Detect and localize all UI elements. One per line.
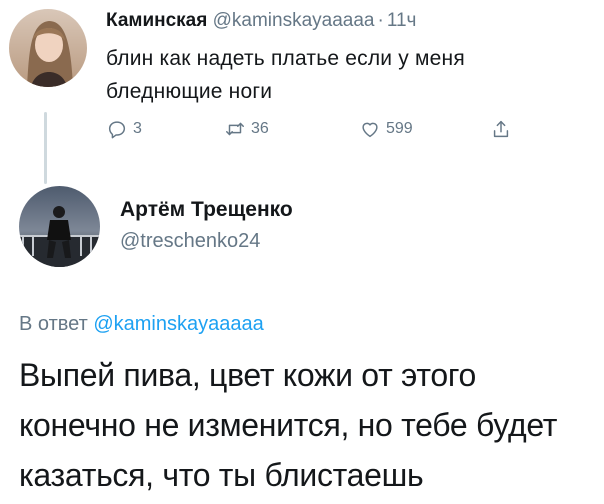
retweet-button[interactable]: 36 — [224, 118, 269, 140]
share-button[interactable] — [490, 118, 517, 140]
reply-count: 3 — [133, 120, 142, 137]
tweet-actions-bar: 3 36 599 — [106, 118, 526, 146]
share-icon — [493, 120, 509, 138]
retweet-icon — [226, 122, 244, 136]
reply-handle[interactable]: @treschenko24 — [120, 230, 260, 253]
like-count: 599 — [386, 120, 413, 137]
avatar-treschenko[interactable] — [19, 186, 100, 267]
parent-tweet-text: блин как надеть платье если у меня бледн… — [106, 47, 465, 103]
parent-timestamp[interactable]: 11ч — [387, 10, 417, 31]
thread-connector-line — [44, 112, 47, 184]
like-button[interactable]: 599 — [359, 118, 413, 140]
reply-tweet-text: Выпей пива, цвет кожи от этого конечно н… — [19, 357, 558, 493]
replying-to-handle-link[interactable]: @kaminskayaaaaa — [93, 313, 263, 335]
replying-to-prefix: В ответ — [19, 313, 88, 335]
reply-display-name[interactable]: Артём Трещенко — [120, 198, 293, 222]
parent-tweet-header: Каминская @kaminskayaaaaa · 11ч — [106, 10, 416, 32]
parent-handle[interactable]: @kaminskayaaaaa — [213, 10, 375, 31]
retweet-count: 36 — [251, 120, 269, 137]
parent-display-name[interactable]: Каминская — [106, 10, 207, 31]
reply-icon — [108, 121, 126, 139]
header-separator: · — [377, 10, 384, 31]
replying-to-line: В ответ @kaminskayaaaaa — [19, 313, 264, 336]
avatar-kaminskaya[interactable] — [9, 9, 87, 87]
reply-button[interactable]: 3 — [106, 118, 142, 140]
heart-icon — [362, 122, 378, 138]
